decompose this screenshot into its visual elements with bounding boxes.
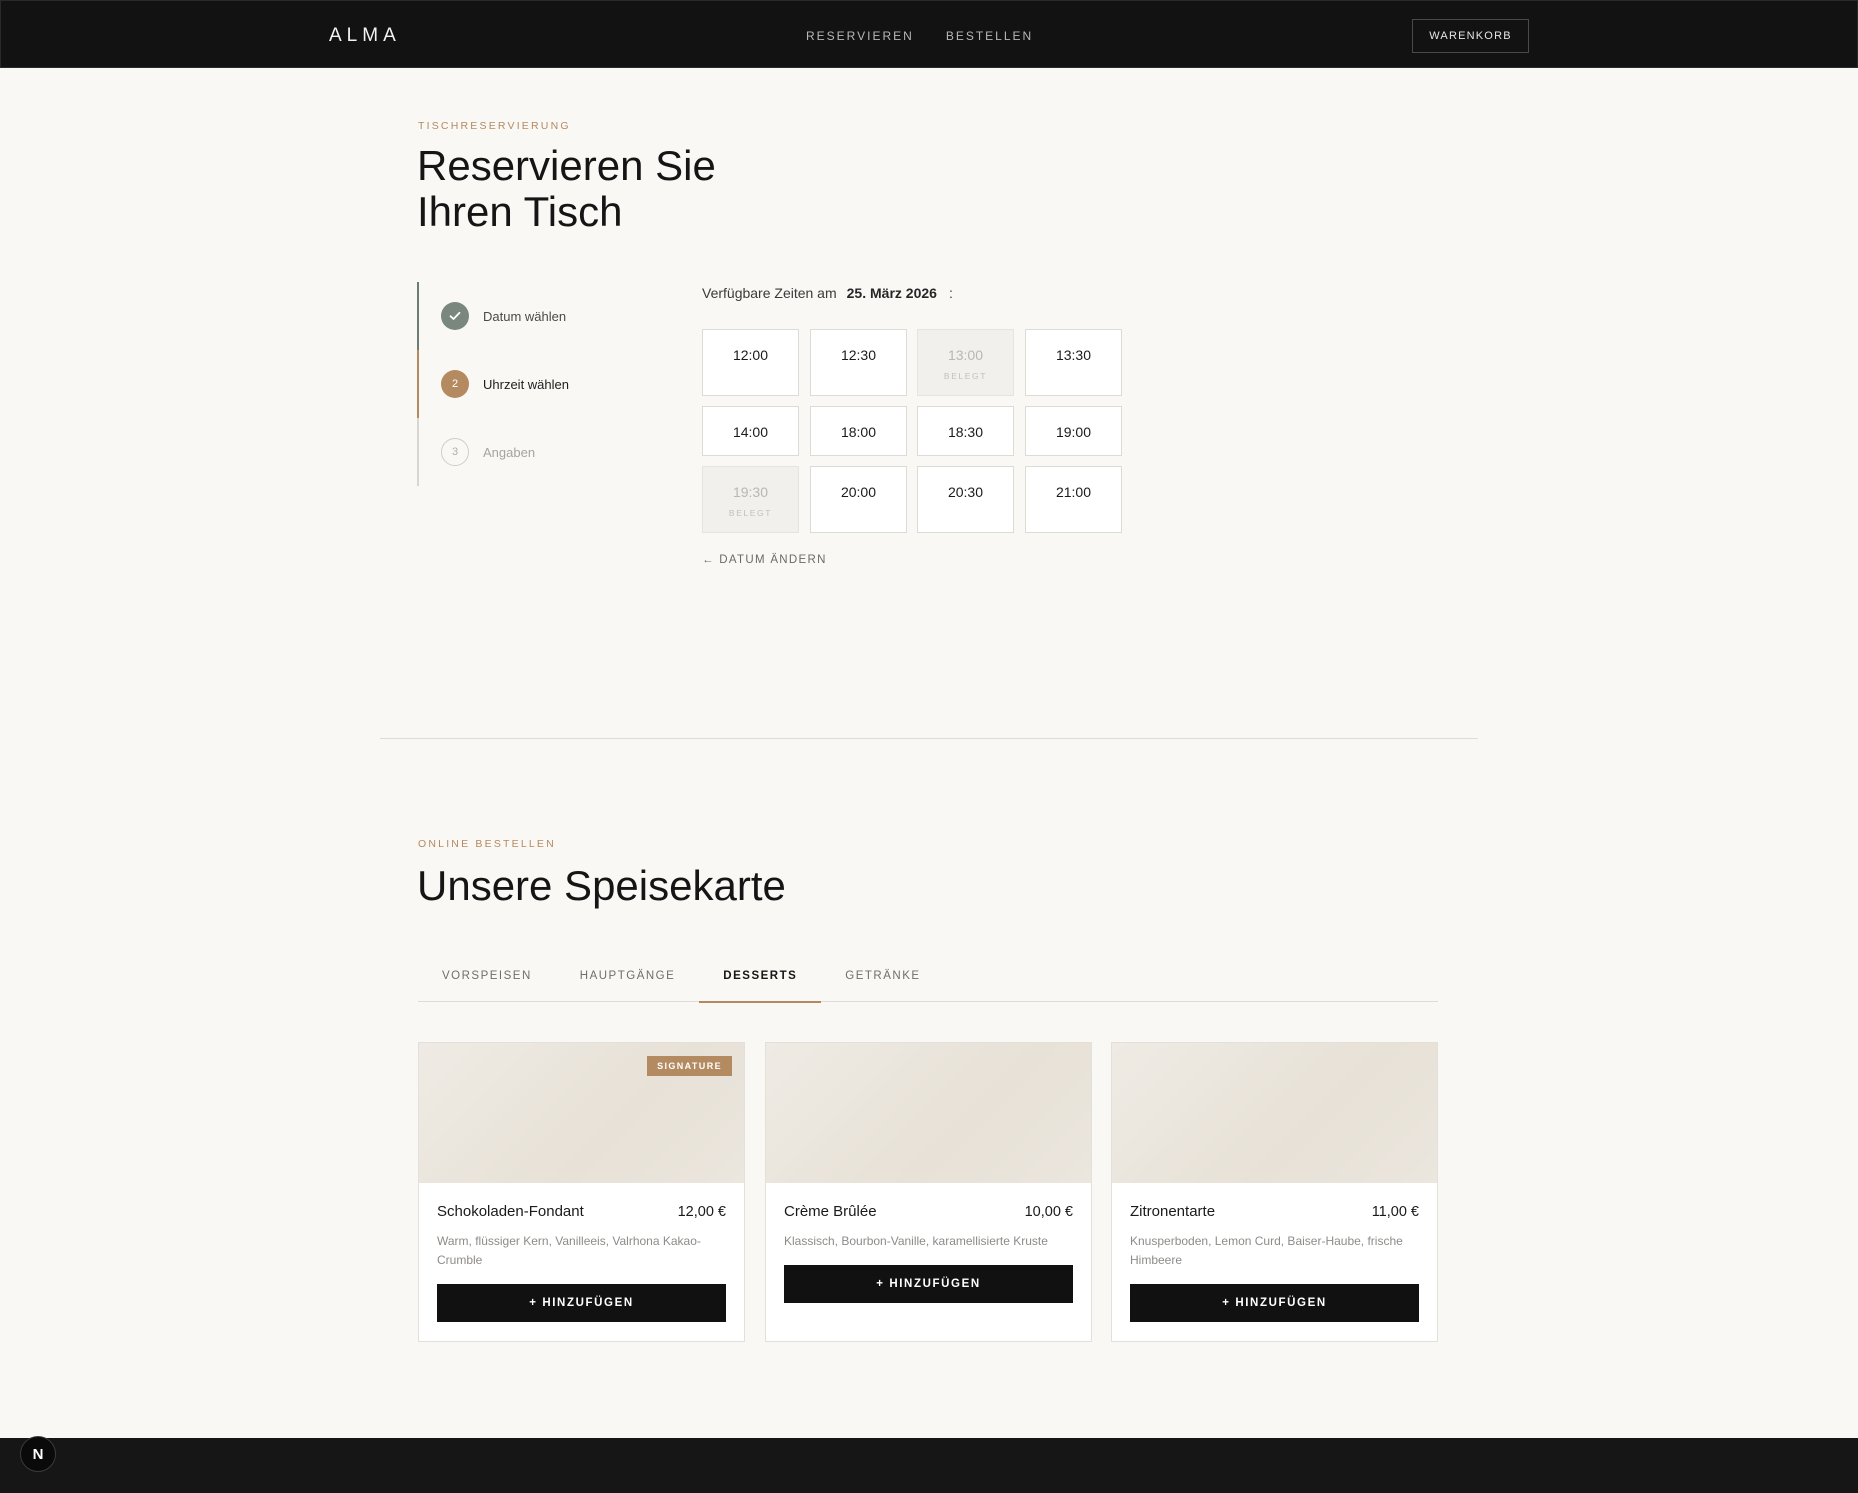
nav-link-reservieren[interactable]: RESERVIEREN [806, 29, 914, 43]
dish-name: Zitronentarte [1130, 1203, 1216, 1220]
dish-price: 10,00 € [1024, 1204, 1073, 1220]
time-slot-label: 14:00 [732, 424, 769, 440]
time-slot-1800[interactable]: 18:00 [810, 406, 907, 456]
time-slot-1230[interactable]: 12:30 [810, 329, 907, 396]
top-navigation-bar: ALMA RESERVIEREN BESTELLEN WARENKORB [0, 0, 1858, 68]
reservation-eyebrow: TISCHRESERVIERUNG [418, 120, 571, 132]
change-date-link[interactable]: ← DATUM ÄNDERN [702, 554, 827, 566]
menu-card-creme-brulee: Crème Brûlée 10,00 € Klassisch, Bourbon-… [765, 1042, 1092, 1342]
available-colon: : [948, 285, 953, 301]
tab-hauptgaenge[interactable]: HAUPTGÄNGE [556, 958, 700, 1002]
dev-tools-badge[interactable]: N [20, 1436, 56, 1472]
logo[interactable]: ALMA [329, 25, 401, 47]
dish-name: Crème Brûlée [784, 1203, 877, 1220]
time-slot-2030[interactable]: 20:30 [917, 466, 1014, 533]
reservation-title: Reservieren Sie Ihren Tisch [417, 143, 716, 235]
busy-label: BELEGT [728, 508, 773, 518]
dish-name: Schokoladen-Fondant [437, 1203, 584, 1220]
dish-description: Warm, flüssiger Kern, Vanilleeis, Valrho… [437, 1234, 701, 1267]
step-time[interactable]: 2 Uhrzeit wählen [417, 350, 617, 418]
reservation-title-line2: Ihren Tisch [417, 188, 623, 235]
add-to-cart-button[interactable]: + HINZUFÜGEN [1130, 1284, 1419, 1322]
menu-eyebrow: ONLINE BESTELLEN [418, 838, 556, 850]
time-slot-label: 18:30 [947, 424, 984, 440]
time-slot-label: 13:30 [1055, 347, 1092, 363]
menu-title: Unsere Speisekarte [417, 862, 786, 909]
selected-date: 25. März 2026 [846, 285, 937, 301]
tab-desserts[interactable]: DESSERTS [699, 958, 822, 1003]
available-prefix: Verfügbare Zeiten am [702, 285, 837, 301]
step-details: 3 Angaben [417, 418, 617, 486]
time-slot-label: 19:00 [1055, 424, 1092, 440]
step-number-2: 2 [441, 370, 469, 398]
step-label-time: Uhrzeit wählen [483, 376, 569, 392]
step-label-details: Angaben [483, 444, 536, 460]
time-slot-1900[interactable]: 19:00 [1025, 406, 1122, 456]
available-times-heading: Verfügbare Zeiten am 25. März 2026: [702, 285, 953, 301]
time-slot-label: 20:30 [947, 484, 984, 500]
step-date[interactable]: Datum wählen [417, 282, 617, 350]
step-number-3: 3 [441, 438, 469, 466]
reservation-steps: Datum wählen 2 Uhrzeit wählen 3 Angaben [417, 282, 617, 486]
dish-description: Knusperboden, Lemon Curd, Baiser-Haube, … [1130, 1234, 1403, 1267]
time-slot-2000[interactable]: 20:00 [810, 466, 907, 533]
tab-vorspeisen[interactable]: VORSPEISEN [418, 958, 556, 1002]
menu-tabs: VORSPEISEN HAUPTGÄNGE DESSERTS GETRÄNKE [418, 958, 1438, 1003]
reservation-title-line1: Reservieren Sie [417, 142, 716, 189]
dish-price: 12,00 € [677, 1204, 726, 1220]
time-slot-1930: 19:30 BELEGT [702, 466, 799, 533]
cart-button[interactable]: WARENKORB [1412, 19, 1529, 53]
time-slot-label: 18:00 [840, 424, 877, 440]
menu-card-zitronentarte: Zitronentarte 11,00 € Knusperboden, Lemo… [1111, 1042, 1438, 1342]
time-slot-label: 13:00 [947, 347, 984, 363]
time-slot-1830[interactable]: 18:30 [917, 406, 1014, 456]
tab-getraenke[interactable]: GETRÄNKE [821, 958, 944, 1002]
menu-card-schokoladen-fondant: SIGNATURE Schokoladen-Fondant 12,00 € Wa… [418, 1042, 745, 1342]
dish-price: 11,00 € [1371, 1204, 1419, 1220]
dish-image: SIGNATURE [419, 1043, 744, 1183]
time-slot-label: 19:30 [732, 484, 769, 500]
add-to-cart-button[interactable]: + HINZUFÜGEN [437, 1284, 726, 1322]
check-icon [441, 302, 469, 330]
main-nav: RESERVIEREN BESTELLEN [806, 29, 1033, 43]
signature-badge: SIGNATURE [647, 1056, 732, 1076]
time-slot-1330[interactable]: 13:30 [1025, 329, 1122, 396]
dish-image [1112, 1043, 1437, 1183]
footer [0, 1438, 1858, 1493]
dish-description: Klassisch, Bourbon-Vanille, karamellisie… [784, 1234, 1048, 1248]
add-to-cart-button[interactable]: + HINZUFÜGEN [784, 1265, 1073, 1303]
dish-image [766, 1043, 1091, 1183]
time-slot-1400[interactable]: 14:00 [702, 406, 799, 456]
time-slot-label: 12:00 [732, 347, 769, 363]
section-divider [380, 738, 1478, 739]
time-slot-label: 21:00 [1055, 484, 1092, 500]
time-slot-label: 12:30 [840, 347, 877, 363]
step-label-date: Datum wählen [483, 308, 567, 324]
time-slot-1200[interactable]: 12:00 [702, 329, 799, 396]
nav-link-bestellen[interactable]: BESTELLEN [946, 29, 1033, 43]
time-slot-1300: 13:00 BELEGT [917, 329, 1014, 396]
busy-label: BELEGT [943, 371, 988, 381]
time-slot-label: 20:00 [840, 484, 877, 500]
time-slot-2100[interactable]: 21:00 [1025, 466, 1122, 533]
